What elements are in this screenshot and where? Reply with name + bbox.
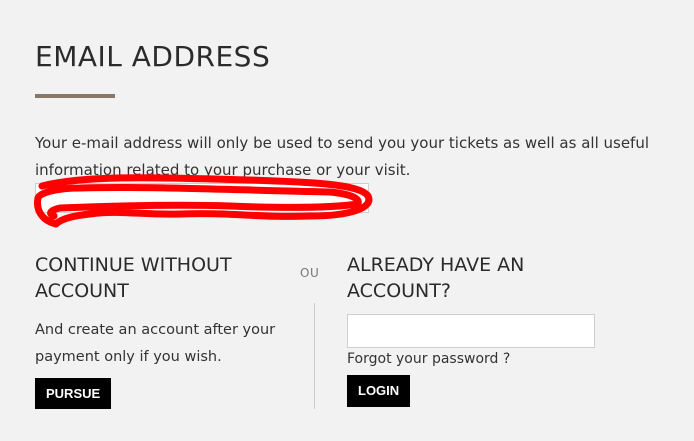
pursue-button[interactable]: PURSUE — [35, 378, 112, 409]
page-title: EMAIL ADDRESS — [35, 40, 271, 73]
login-email-field[interactable] — [347, 314, 595, 348]
email-field[interactable] — [35, 183, 369, 213]
login-button[interactable]: LOGIN — [347, 375, 411, 407]
vertical-divider — [314, 303, 315, 409]
intro-text: Your e-mail address will only be used to… — [35, 134, 650, 179]
guest-section: CONTINUE WITHOUT ACCOUNT And create an a… — [35, 252, 295, 371]
login-title: ALREADY HAVE AN ACCOUNT? — [347, 254, 525, 302]
forgot-password-link[interactable]: Forgot your password ? — [347, 351, 510, 367]
title-underline — [35, 94, 115, 98]
guest-title: CONTINUE WITHOUT ACCOUNT — [35, 254, 232, 302]
guest-description: And create an account after your payment… — [35, 322, 276, 365]
login-section: ALREADY HAVE AN ACCOUNT? — [347, 252, 607, 304]
or-separator-label: OU — [300, 266, 320, 280]
